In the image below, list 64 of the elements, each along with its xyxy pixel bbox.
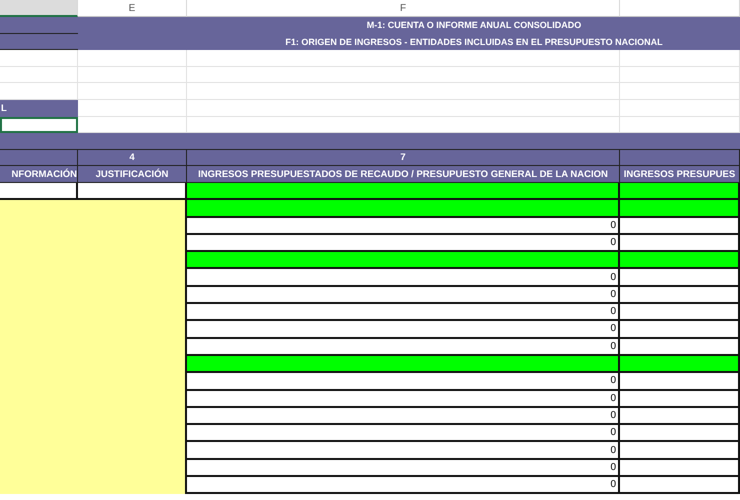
table-cell[interactable] — [620, 390, 740, 408]
table-cell[interactable] — [620, 425, 740, 442]
empty-cell[interactable] — [187, 100, 620, 117]
empty-cell[interactable] — [620, 100, 740, 117]
table-cell[interactable] — [0, 182, 78, 200]
selected-cell[interactable] — [0, 116, 78, 134]
table-cell[interactable]: 0 — [187, 338, 620, 356]
table-cell[interactable] — [620, 234, 740, 252]
table-cell[interactable] — [620, 460, 740, 477]
table-cell[interactable]: 0 — [187, 218, 620, 235]
table-cell[interactable]: 0 — [187, 476, 620, 494]
empty-cell[interactable] — [0, 66, 78, 84]
column-title: NFORMACIÓN — [0, 166, 78, 183]
table-cell[interactable] — [620, 286, 740, 304]
table-cell[interactable] — [620, 408, 740, 426]
table-cell[interactable]: 0 — [187, 234, 620, 252]
column-number: 7 — [187, 150, 620, 166]
section-label: L — [0, 100, 78, 117]
table-cell[interactable]: 0 — [187, 425, 620, 442]
table-cell[interactable] — [620, 476, 740, 494]
table-cell[interactable]: 0 — [187, 269, 620, 287]
table-cell[interactable] — [78, 182, 187, 200]
table-cell[interactable]: 0 — [187, 442, 620, 460]
table-cell[interactable]: 0 — [187, 321, 620, 339]
table-cell[interactable]: 0 — [187, 408, 620, 426]
empty-cell[interactable] — [187, 66, 620, 84]
group-row-cell[interactable] — [187, 356, 620, 374]
empty-cell[interactable] — [78, 50, 187, 67]
group-row-cell[interactable] — [620, 182, 740, 200]
column-header[interactable]: E — [78, 0, 187, 17]
table-cell[interactable]: 0 — [187, 390, 620, 408]
table-cell[interactable] — [620, 269, 740, 287]
merged-cell[interactable] — [0, 200, 187, 494]
table-cell[interactable] — [620, 338, 740, 356]
table-cell[interactable] — [620, 321, 740, 339]
group-row-cell[interactable] — [187, 252, 620, 270]
empty-cell[interactable] — [187, 83, 620, 100]
empty-cell[interactable] — [78, 83, 187, 100]
table-cell[interactable]: 0 — [187, 373, 620, 390]
table-cell[interactable] — [620, 304, 740, 322]
group-row-cell[interactable] — [620, 200, 740, 218]
table-cell[interactable]: 0 — [187, 304, 620, 322]
group-row-cell[interactable] — [187, 182, 620, 200]
empty-cell[interactable] — [620, 66, 740, 84]
column-title: INGRESOS PRESUPUESTADOS DE RECAUDO / PRESUPUESTO GENERAL DE LA NACION — [187, 166, 620, 183]
empty-cell[interactable] — [620, 83, 740, 100]
table-cell[interactable] — [620, 373, 740, 390]
empty-cell[interactable] — [78, 66, 187, 84]
column-title: INGRESOS PRESUPUES — [620, 166, 740, 183]
table-cell[interactable] — [620, 442, 740, 460]
group-row-cell[interactable] — [620, 356, 740, 374]
column-title: JUSTIFICACIÓN — [78, 166, 187, 183]
empty-cell[interactable] — [187, 50, 620, 67]
column-header[interactable] — [0, 0, 78, 17]
table-cell[interactable]: 0 — [187, 286, 620, 304]
empty-cell[interactable] — [620, 50, 740, 67]
table-cell[interactable] — [620, 218, 740, 235]
column-header[interactable]: F — [187, 0, 620, 17]
group-row-cell[interactable] — [620, 252, 740, 270]
column-number: 4 — [78, 150, 187, 166]
table-cell[interactable]: 0 — [187, 460, 620, 477]
empty-cell[interactable] — [0, 50, 78, 67]
report-title: M-1: CUENTA O INFORME ANUAL CONSOLIDADO F1: ORIGEN DE INGRESOS - ENTIDADES INCLUIDAS EN EL PRESUPUESTO NACIONAL — [78, 17, 740, 50]
group-row-cell[interactable] — [187, 200, 620, 218]
